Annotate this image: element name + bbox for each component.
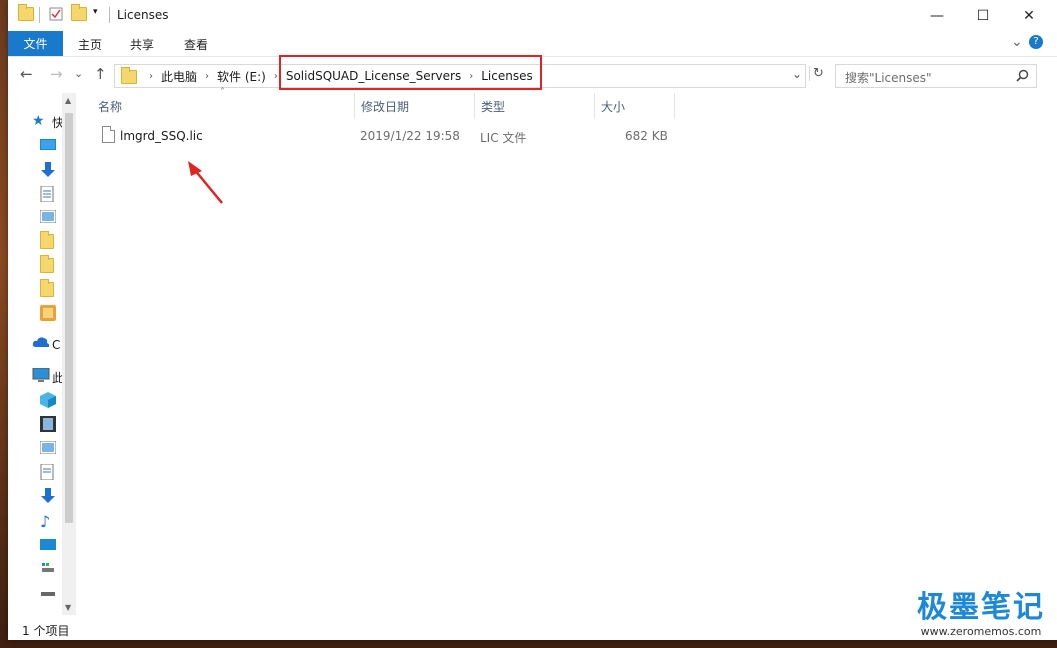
desktop-icon[interactable] xyxy=(40,138,56,154)
recent-locations-button[interactable]: ⌄ xyxy=(74,67,83,80)
status-bar: 1 个项目 xyxy=(8,617,1057,640)
back-button[interactable]: ← xyxy=(20,65,33,83)
onedrive-icon[interactable] xyxy=(32,336,50,352)
file-date: 2019/1/22 19:58 xyxy=(360,129,460,143)
music-icon[interactable]: ♪ xyxy=(40,512,56,531)
scroll-up-icon[interactable]: ▲ xyxy=(65,96,71,105)
file-list: ˄ 名称 修改日期 类型 大小 lmgrd_SSQ.lic 2019/1/22 … xyxy=(78,87,1057,615)
chevron-right-icon: › xyxy=(205,70,210,82)
crumb-this-pc[interactable]: 此电脑 xyxy=(161,68,197,85)
pictures-icon[interactable] xyxy=(39,209,57,226)
address-dropdown-button[interactable]: ⌄ xyxy=(792,67,802,81)
close-button[interactable]: ✕ xyxy=(1006,0,1052,31)
customize-toolbar-icon[interactable]: ▾ xyxy=(93,7,98,17)
folder-icon[interactable] xyxy=(40,231,56,250)
forward-button[interactable]: → xyxy=(50,65,63,83)
videos-icon[interactable] xyxy=(40,416,56,432)
download-icon[interactable] xyxy=(40,162,56,178)
column-date[interactable]: 修改日期 xyxy=(355,93,475,119)
desktop-icon[interactable] xyxy=(40,538,56,554)
documents-icon[interactable] xyxy=(40,463,56,481)
item-count: 1 个项目 xyxy=(22,624,70,638)
pictures-icon[interactable] xyxy=(39,440,57,457)
search-icon[interactable] xyxy=(1016,69,1029,82)
drive-icon[interactable] xyxy=(40,587,56,603)
file-name[interactable]: lmgrd_SSQ.lic xyxy=(120,129,203,143)
minimize-button[interactable]: — xyxy=(914,0,960,31)
column-type[interactable]: 类型 xyxy=(475,93,595,119)
documents-icon[interactable] xyxy=(40,185,56,203)
window-title: Licenses xyxy=(117,8,169,22)
file-size: 682 KB xyxy=(625,129,668,143)
column-size[interactable]: 大小 xyxy=(595,93,675,119)
3d-objects-icon[interactable] xyxy=(40,392,56,408)
crumb-drive-e[interactable]: 软件 (E:) xyxy=(217,68,266,85)
refresh-button[interactable]: ↻ xyxy=(809,66,824,81)
column-name[interactable]: 名称 xyxy=(92,93,355,119)
explorer-window: ▾ Licenses — ☐ ✕ 文件 主页 共享 查看 ⌄ ? ← → ⌄ ↑… xyxy=(8,0,1057,640)
ribbon-tabs: 文件 主页 共享 查看 ⌄ ? xyxy=(8,31,1057,57)
folder-icon xyxy=(18,4,34,21)
tab-view[interactable]: 查看 xyxy=(184,36,208,53)
file-type: LIC 文件 xyxy=(480,131,527,145)
title-separator xyxy=(109,7,110,23)
nav-scrollbar[interactable]: ▲ ▼ xyxy=(62,93,76,615)
tab-file[interactable]: 文件 xyxy=(8,31,63,56)
search-input[interactable]: 搜索"Licenses" xyxy=(835,64,1037,88)
maximize-button[interactable]: ☐ xyxy=(960,0,1006,31)
folder-icon[interactable] xyxy=(40,279,56,298)
tab-home[interactable]: 主页 xyxy=(78,36,102,53)
properties-icon[interactable] xyxy=(49,7,63,21)
watermark-brand: 极墨笔记 xyxy=(917,590,1045,625)
red-arrow-annotation xyxy=(188,161,223,204)
file-icon xyxy=(102,126,115,143)
search-placeholder: 搜索"Licenses" xyxy=(845,71,932,85)
download-icon[interactable] xyxy=(40,488,56,504)
app-folder-icon[interactable] xyxy=(40,305,56,321)
quick-access-star-icon[interactable]: ★ xyxy=(32,113,48,129)
scroll-down-icon[interactable]: ▼ xyxy=(65,603,71,612)
watermark: 极墨笔记 www.zeromemos.com xyxy=(917,590,1045,639)
folder-icon[interactable] xyxy=(40,255,56,274)
watermark-url: www.zeromemos.com xyxy=(920,625,1042,638)
drive-c-icon[interactable] xyxy=(40,562,56,578)
ribbon-expand-icon[interactable]: ⌄ xyxy=(1011,34,1023,50)
chevron-right-icon: › xyxy=(273,70,278,82)
path-highlight-box xyxy=(279,55,542,90)
help-icon[interactable]: ? xyxy=(1029,35,1043,49)
file-row[interactable]: lmgrd_SSQ.lic 2019/1/22 19:58 LIC 文件 682… xyxy=(98,126,678,146)
this-pc-icon[interactable] xyxy=(32,367,50,384)
new-folder-icon[interactable] xyxy=(71,4,87,21)
up-button[interactable]: ↑ xyxy=(94,65,107,83)
folder-icon xyxy=(121,67,137,84)
title-bar: ▾ Licenses — ☐ ✕ xyxy=(8,0,1057,31)
title-separator xyxy=(39,7,40,23)
chevron-right-icon: › xyxy=(149,70,153,82)
tab-share[interactable]: 共享 xyxy=(130,36,154,53)
scrollbar-thumb[interactable] xyxy=(65,113,73,523)
